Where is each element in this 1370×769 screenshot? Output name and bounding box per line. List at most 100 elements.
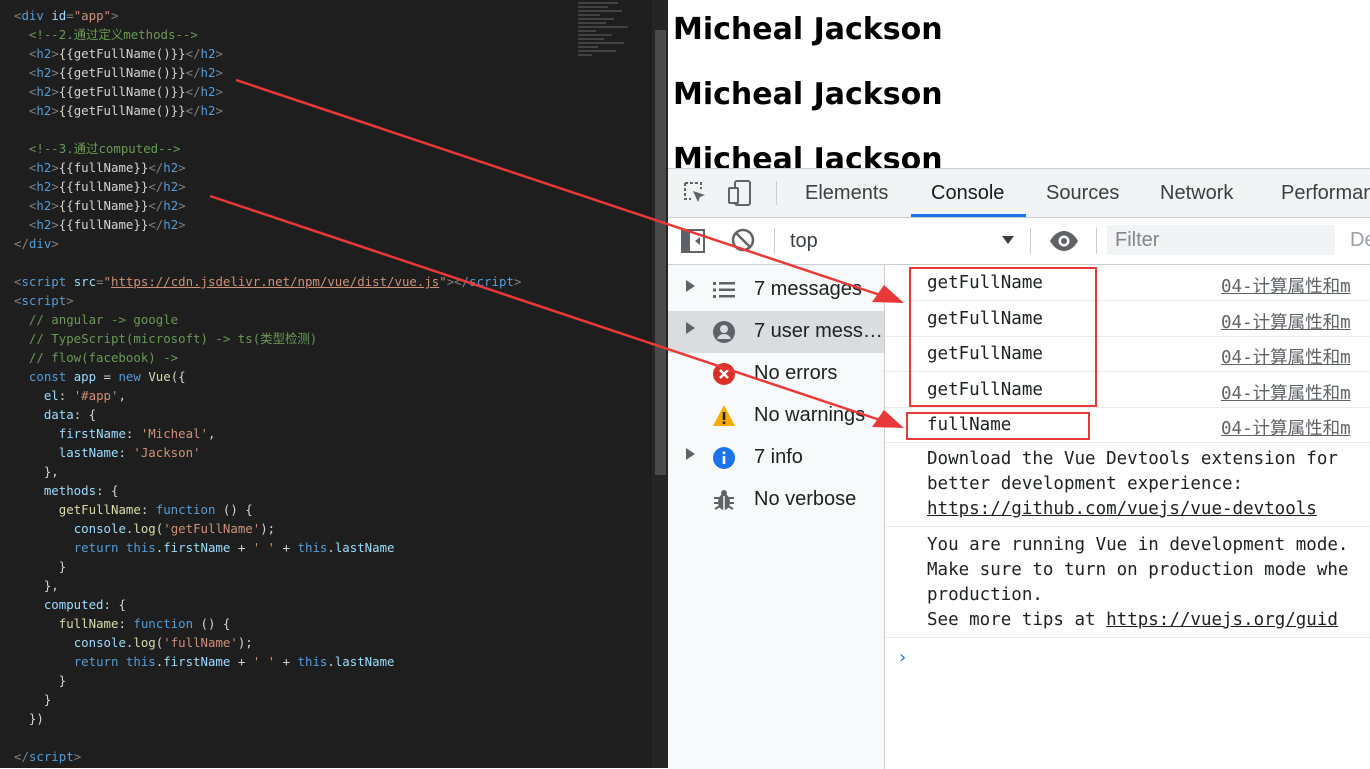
code-token: > xyxy=(215,103,223,118)
code-token: src xyxy=(73,274,97,289)
code-token: </ xyxy=(14,236,29,251)
sidebar-item[interactable]: 7 info xyxy=(668,437,884,479)
code-token: {{fullName}} xyxy=(58,179,149,194)
code-token: firstName xyxy=(163,654,231,669)
message-text: Download the Vue Devtools extension for xyxy=(927,449,1338,469)
code-token: }, xyxy=(14,464,59,479)
code-token: = xyxy=(96,274,104,289)
tab-sources[interactable]: Sources xyxy=(1046,182,1119,205)
sidebar-toggle-icon[interactable] xyxy=(680,228,706,254)
code-token: ></ xyxy=(446,274,470,289)
code-token: : xyxy=(125,426,141,441)
code-token: script xyxy=(28,749,74,764)
sidebar-item[interactable]: No errors xyxy=(668,353,884,395)
code-token: 'fullName' xyxy=(163,635,238,650)
sidebar-item[interactable]: No warnings xyxy=(668,395,884,437)
bug-icon xyxy=(712,488,736,512)
log-source-link[interactable]: 04-计算属性和m xyxy=(1221,309,1351,334)
tab-performance[interactable]: Performan xyxy=(1281,182,1370,205)
code-token: > xyxy=(513,274,522,289)
code-line: getFullName: function () { xyxy=(14,500,521,519)
code-token: // TypeScript(microsoft) -> ts(类型检测) xyxy=(14,331,318,346)
code-line: el: '#app', xyxy=(14,386,521,405)
inspect-element-icon[interactable] xyxy=(682,180,708,206)
code-token: : { xyxy=(96,483,119,498)
context-selector-value: top xyxy=(790,230,818,252)
page-heading: Micheal Jackson xyxy=(673,12,943,47)
code-token: log xyxy=(133,521,156,536)
code-token: script xyxy=(21,274,74,289)
sidebar-item[interactable]: No verbose xyxy=(668,479,884,521)
sidebar-item[interactable]: 7 messages xyxy=(668,269,884,311)
code-token: return xyxy=(73,654,126,669)
code-line: return this.firstName + ' ' + this.lastN… xyxy=(14,538,521,557)
code-token: {{fullName}} xyxy=(58,198,149,213)
log-levels-dropdown[interactable]: De xyxy=(1350,229,1370,252)
log-source-link[interactable]: 04-计算属性和m xyxy=(1221,415,1351,440)
code-token: methods xyxy=(43,483,97,498)
code-token: < xyxy=(14,160,37,175)
expand-arrow-icon[interactable] xyxy=(684,447,696,464)
clear-console-icon[interactable] xyxy=(730,227,756,253)
vue-guide-link[interactable]: https://vuejs.org/guid xyxy=(1106,610,1338,630)
code-token: getFullName xyxy=(58,502,141,517)
code-line: <h2>{{getFullName()}}</h2> xyxy=(14,63,521,82)
code-token: } xyxy=(14,673,67,688)
code-token: h2 xyxy=(163,160,179,175)
tab-console[interactable]: Console xyxy=(931,182,1004,205)
code-token: script xyxy=(469,274,514,289)
code-content[interactable]: <div id="app"> <!--2.通过定义methods--> <h2>… xyxy=(14,6,521,766)
code-token: }, xyxy=(14,578,59,593)
device-toolbar-icon[interactable] xyxy=(726,179,754,207)
code-token: {{getFullName()}} xyxy=(58,65,186,80)
code-token: > xyxy=(51,84,59,99)
code-token: h2 xyxy=(36,84,52,99)
code-token: {{fullName}} xyxy=(58,217,149,232)
code-token: < xyxy=(14,103,37,118)
dropdown-arrow-icon xyxy=(1000,232,1016,253)
expand-arrow-icon[interactable] xyxy=(684,321,696,338)
code-token: > xyxy=(51,179,59,194)
code-line: fullName: function () { xyxy=(14,614,521,633)
code-token: <!--2.通过定义methods--> xyxy=(14,27,198,42)
code-token: h2 xyxy=(36,103,52,118)
code-line: } xyxy=(14,671,521,690)
code-token: </ xyxy=(14,749,29,764)
tab-network[interactable]: Network xyxy=(1160,182,1233,205)
code-token: Vue xyxy=(148,369,171,384)
code-token: '#app' xyxy=(73,388,119,403)
code-token: > xyxy=(51,103,59,118)
context-selector[interactable]: top xyxy=(782,224,1022,258)
code-line: <h2>{{fullName}}</h2> xyxy=(14,196,521,215)
code-token: {{getFullName()}} xyxy=(58,103,186,118)
editor-scrollbar-thumb[interactable] xyxy=(655,30,666,475)
code-token: ' ' xyxy=(252,540,276,555)
log-source-link[interactable]: 04-计算属性和m xyxy=(1221,273,1351,298)
code-token: h2 xyxy=(36,198,52,213)
tab-elements[interactable]: Elements xyxy=(805,182,888,205)
code-token: h2 xyxy=(36,160,52,175)
code-line: } xyxy=(14,557,521,576)
log-source-link[interactable]: 04-计算属性和m xyxy=(1221,344,1351,369)
log-source-link[interactable]: 04-计算属性和m xyxy=(1221,380,1351,405)
code-editor[interactable]: <div id="app"> <!--2.通过定义methods--> <h2>… xyxy=(0,0,668,768)
code-line: }) xyxy=(14,709,521,728)
console-prompt-icon[interactable]: › xyxy=(899,647,906,668)
code-line: data: { xyxy=(14,405,521,424)
code-token: firstName xyxy=(58,426,126,441)
vue-devtools-link[interactable]: https://github.com/vuejs/vue-devtools xyxy=(927,499,1317,519)
filter-input[interactable] xyxy=(1107,225,1335,255)
sidebar-item[interactable]: 7 user mess… xyxy=(668,311,884,353)
code-token: > xyxy=(215,46,223,61)
minimap[interactable] xyxy=(578,0,634,66)
code-token: + xyxy=(275,654,298,669)
expand-arrow-icon[interactable] xyxy=(684,279,696,296)
eye-icon[interactable] xyxy=(1048,228,1080,254)
devtools-tab-bar: Elements Console Sources Network Perform… xyxy=(668,169,1370,218)
list-icon xyxy=(712,278,736,302)
